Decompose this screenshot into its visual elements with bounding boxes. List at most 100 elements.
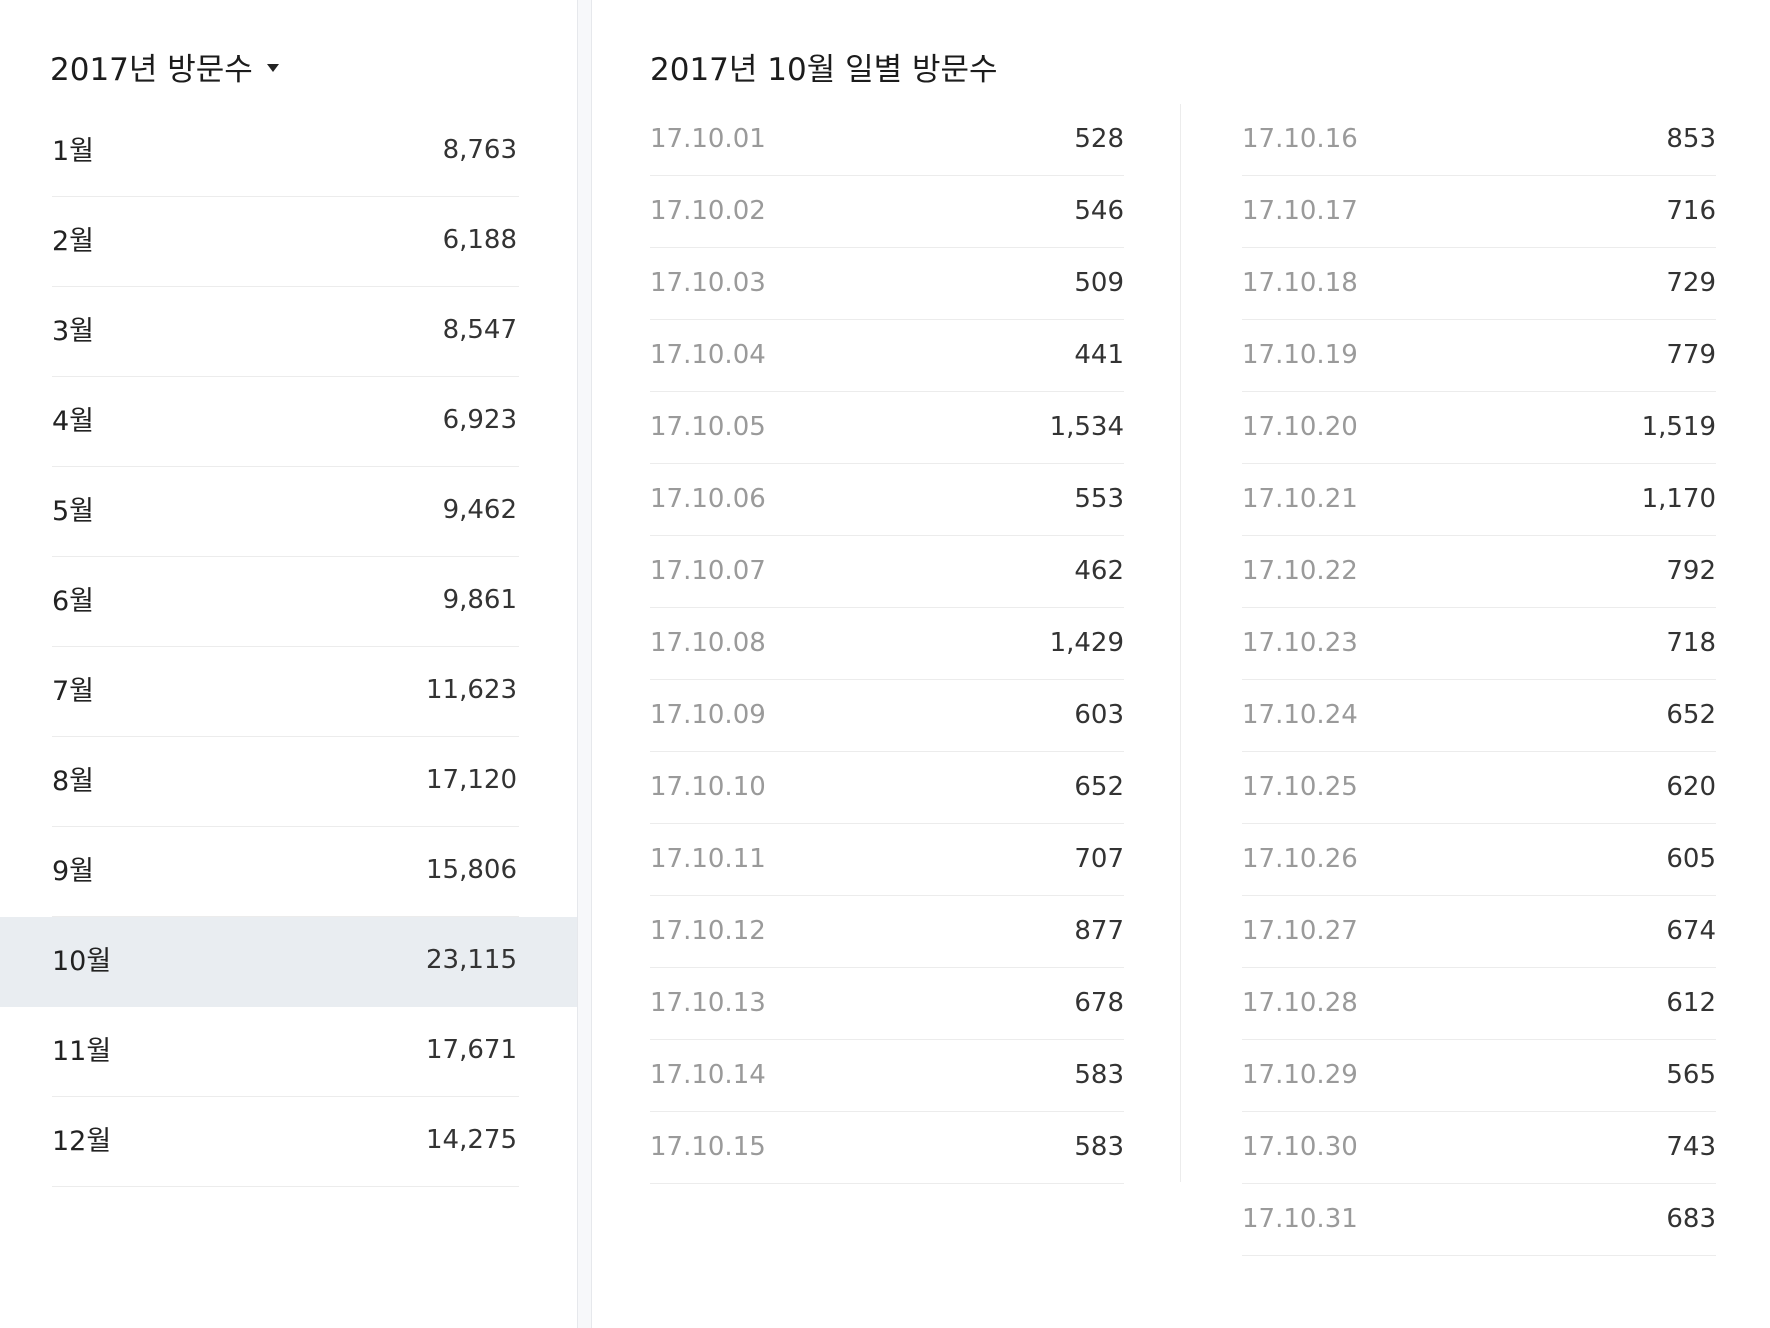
daily-date: 17.10.14 — [650, 1060, 766, 1090]
daily-row: 17.10.18 729 — [1242, 248, 1716, 320]
daily-visit-count: 528 — [1074, 124, 1124, 154]
daily-row: 17.10.11 707 — [650, 824, 1124, 896]
month-row[interactable]: 6월 9,861 — [0, 557, 577, 647]
year-dropdown[interactable]: 2017년 방문수 — [50, 44, 279, 89]
month-row[interactable]: 5월 9,462 — [0, 467, 577, 557]
daily-date: 17.10.01 — [650, 124, 766, 154]
month-row-content: 9월 15,806 — [52, 827, 519, 917]
daily-row: 17.10.20 1,519 — [1242, 392, 1716, 464]
month-row-content: 11월 17,671 — [52, 1007, 519, 1097]
daily-visit-count: 441 — [1074, 340, 1124, 370]
daily-date: 17.10.05 — [650, 412, 766, 442]
daily-row: 17.10.21 1,170 — [1242, 464, 1716, 536]
daily-date: 17.10.24 — [1242, 700, 1358, 730]
daily-visit-count: 853 — [1666, 124, 1716, 154]
month-label: 7월 — [52, 676, 95, 707]
daily-row: 17.10.08 1,429 — [650, 608, 1124, 680]
daily-date: 17.10.04 — [650, 340, 766, 370]
daily-visit-count: 565 — [1666, 1060, 1716, 1090]
daily-visit-count: 620 — [1666, 772, 1716, 802]
daily-row: 17.10.22 792 — [1242, 536, 1716, 608]
month-row[interactable]: 9월 15,806 — [0, 827, 577, 917]
daily-row: 17.10.23 718 — [1242, 608, 1716, 680]
daily-row: 17.10.12 877 — [650, 896, 1124, 968]
month-row[interactable]: 8월 17,120 — [0, 737, 577, 827]
month-label: 3월 — [52, 316, 95, 347]
daily-visit-count: 612 — [1666, 988, 1716, 1018]
daily-row: 17.10.05 1,534 — [650, 392, 1124, 464]
month-label: 8월 — [52, 766, 95, 797]
daily-visit-count: 1,534 — [1049, 412, 1124, 442]
month-label: 10월 — [52, 946, 112, 977]
daily-date: 17.10.20 — [1242, 412, 1358, 442]
month-row[interactable]: 2월 6,188 — [0, 197, 577, 287]
daily-date: 17.10.25 — [1242, 772, 1358, 802]
daily-visit-count: 707 — [1074, 844, 1124, 874]
month-row[interactable]: 7월 11,623 — [0, 647, 577, 737]
month-visit-count: 17,120 — [426, 765, 517, 795]
daily-visit-count: 877 — [1074, 916, 1124, 946]
daily-visit-count: 743 — [1666, 1132, 1716, 1162]
daily-visit-count: 678 — [1074, 988, 1124, 1018]
daily-date: 17.10.02 — [650, 196, 766, 226]
daily-visit-count: 583 — [1074, 1060, 1124, 1090]
daily-visit-count: 674 — [1666, 916, 1716, 946]
daily-date: 17.10.13 — [650, 988, 766, 1018]
daily-visit-count: 605 — [1666, 844, 1716, 874]
month-row-content: 2월 6,188 — [52, 197, 519, 287]
caret-down-icon — [266, 63, 279, 72]
month-row[interactable]: 10월 23,115 — [0, 917, 577, 1007]
month-visit-count: 6,923 — [442, 405, 517, 435]
month-row-content: 5월 9,462 — [52, 467, 519, 557]
month-row[interactable]: 3월 8,547 — [0, 287, 577, 377]
daily-row: 17.10.09 603 — [650, 680, 1124, 752]
daily-list-column-1: 17.10.01 528 17.10.02 546 17.10.03 509 17.10.0… — [650, 104, 1124, 1184]
daily-visit-count: 603 — [1074, 700, 1124, 730]
daily-date: 17.10.08 — [650, 628, 766, 658]
panel-divider — [577, 0, 592, 1328]
month-list: 1월 8,763 2월 6,188 3월 8,547 4월 6,923 5월 9,462 6월 9,8… — [0, 107, 577, 1187]
month-label: 11월 — [52, 1036, 112, 1067]
daily-row: 17.10.29 565 — [1242, 1040, 1716, 1112]
month-visit-count: 8,763 — [442, 135, 517, 165]
month-row[interactable]: 1월 8,763 — [0, 107, 577, 197]
visitor-stats-page: 2017년 방문수 1월 8,763 2월 6,188 3월 8,547 4월 6,923 5월… — [0, 0, 1770, 1328]
month-visit-count: 9,462 — [442, 495, 517, 525]
month-label: 12월 — [52, 1126, 112, 1157]
daily-visit-count: 462 — [1074, 556, 1124, 586]
daily-date: 17.10.11 — [650, 844, 766, 874]
month-row-content: 10월 23,115 — [52, 917, 519, 1007]
monthly-visits-panel: 2017년 방문수 1월 8,763 2월 6,188 3월 8,547 4월 6,923 5월… — [0, 0, 577, 1328]
daily-date: 17.10.19 — [1242, 340, 1358, 370]
month-row[interactable]: 12월 14,275 — [0, 1097, 577, 1187]
daily-row: 17.10.16 853 — [1242, 104, 1716, 176]
daily-date: 17.10.09 — [650, 700, 766, 730]
daily-visit-count: 553 — [1074, 484, 1124, 514]
daily-row: 17.10.28 612 — [1242, 968, 1716, 1040]
month-visit-count: 14,275 — [426, 1125, 517, 1155]
daily-row: 17.10.19 779 — [1242, 320, 1716, 392]
month-row[interactable]: 4월 6,923 — [0, 377, 577, 467]
daily-visit-count: 652 — [1074, 772, 1124, 802]
daily-row: 17.10.24 652 — [1242, 680, 1716, 752]
daily-date: 17.10.29 — [1242, 1060, 1358, 1090]
daily-date: 17.10.30 — [1242, 1132, 1358, 1162]
month-row-content: 12월 14,275 — [52, 1097, 519, 1187]
daily-row: 17.10.15 583 — [650, 1112, 1124, 1184]
daily-visit-count: 652 — [1666, 700, 1716, 730]
daily-date: 17.10.21 — [1242, 484, 1358, 514]
daily-date: 17.10.10 — [650, 772, 766, 802]
daily-row: 17.10.14 583 — [650, 1040, 1124, 1112]
year-dropdown-label: 2017년 방문수 — [50, 52, 253, 88]
daily-date: 17.10.27 — [1242, 916, 1358, 946]
daily-row: 17.10.13 678 — [650, 968, 1124, 1040]
daily-visit-count: 1,170 — [1641, 484, 1716, 514]
month-visit-count: 8,547 — [442, 315, 517, 345]
daily-row: 17.10.26 605 — [1242, 824, 1716, 896]
month-visit-count: 23,115 — [426, 945, 517, 975]
month-label: 1월 — [52, 136, 95, 167]
month-row[interactable]: 11월 17,671 — [0, 1007, 577, 1097]
month-visit-count: 15,806 — [426, 855, 517, 885]
daily-row: 17.10.17 716 — [1242, 176, 1716, 248]
month-row-content: 6월 9,861 — [52, 557, 519, 647]
